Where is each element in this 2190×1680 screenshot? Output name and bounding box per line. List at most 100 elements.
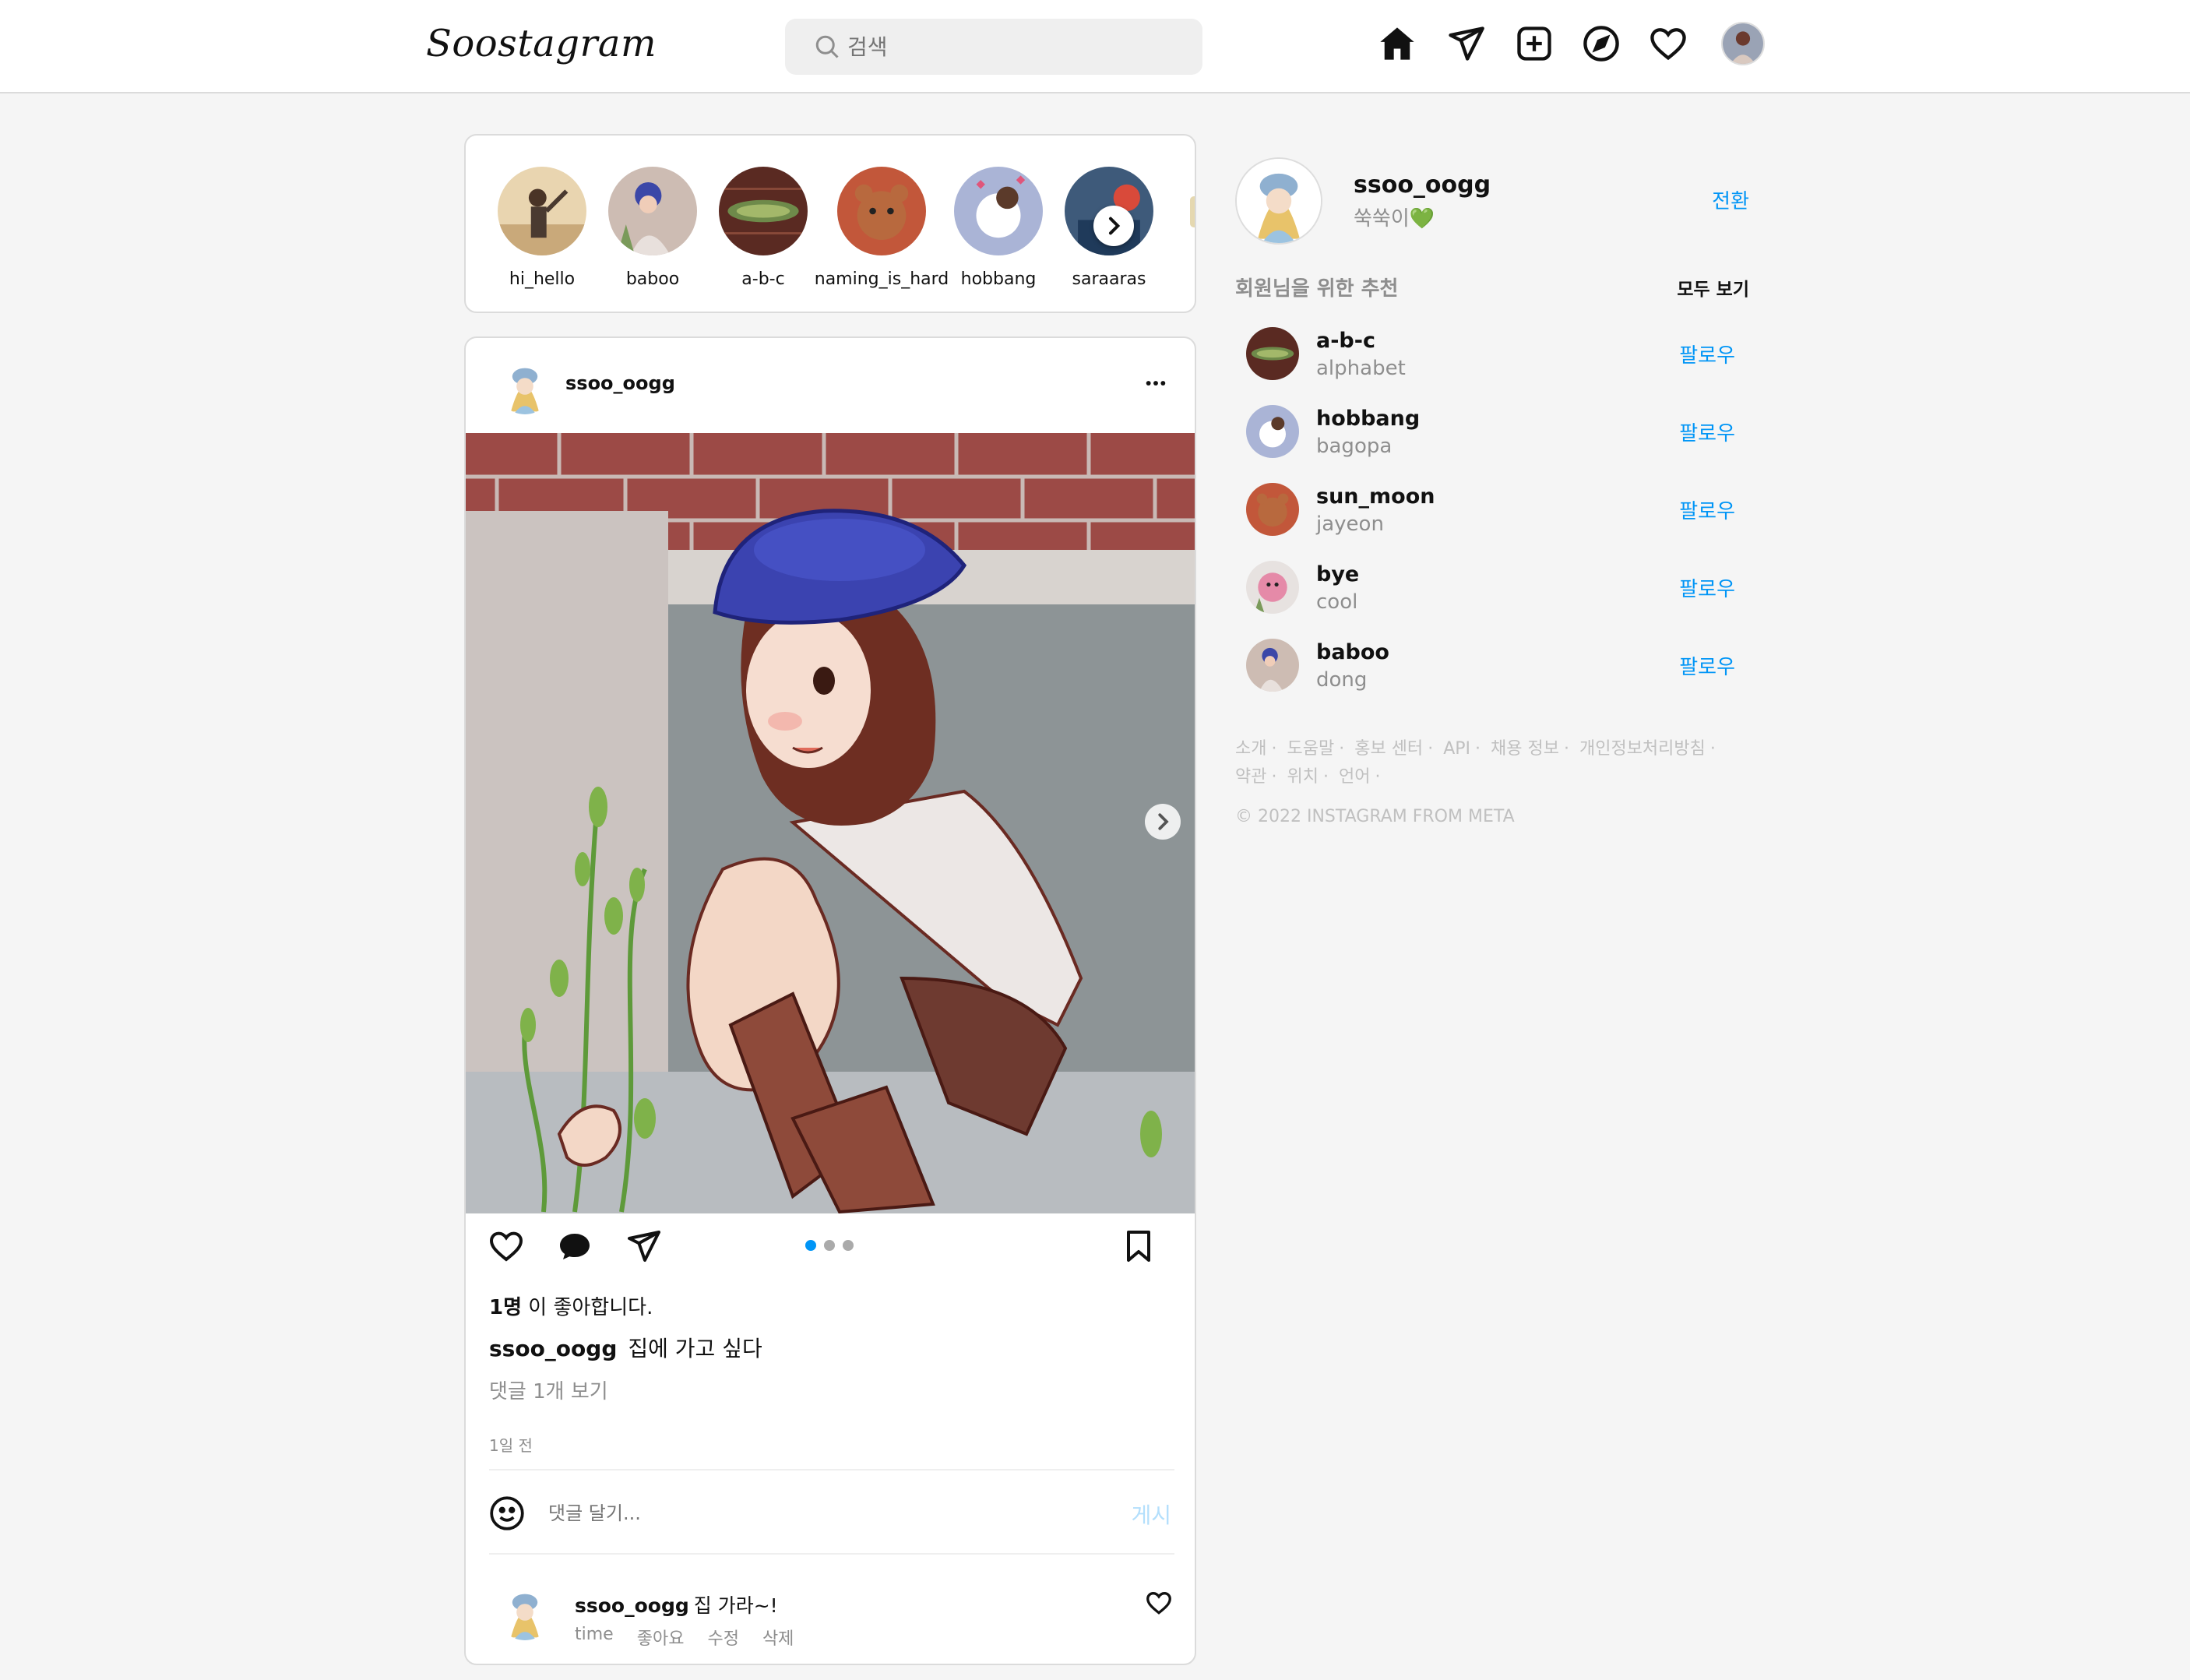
post-author-avatar[interactable] [497, 358, 553, 414]
follow-button[interactable]: 팔로우 [1679, 417, 1735, 446]
carousel-dot-active [805, 1240, 816, 1251]
likes-count[interactable]: 1명 이 좋아합니다. [489, 1291, 653, 1320]
footer-link-jobs[interactable]: 채용 정보 [1491, 739, 1559, 759]
footer-link-help[interactable]: 도움말 [1287, 739, 1334, 759]
story-avatar [954, 167, 1043, 255]
comment-text: ssoo_oogg 집 가라~! [575, 1590, 778, 1618]
story-item[interactable]: hobbang [936, 167, 1061, 289]
suggestion-username[interactable]: sun_moon [1316, 484, 1435, 509]
current-user-avatar[interactable] [1235, 157, 1322, 245]
share-button[interactable] [623, 1226, 664, 1266]
comment-edit-button[interactable]: 수정 [707, 1625, 738, 1650]
home-icon [1380, 27, 1414, 60]
comment-item: ssoo_oogg 집 가라~! time 좋아요 수정 삭제 [466, 1573, 1195, 1659]
smiley-icon[interactable] [488, 1494, 526, 1533]
save-button[interactable] [1118, 1226, 1159, 1266]
suggestion-subtitle: bagopa [1316, 435, 1393, 458]
suggestion-username[interactable]: baboo [1316, 640, 1389, 664]
feed-post: ssoo_oogg 1명 이 좋아합니다. ssoo_oogg 집에 가고 싶다… [464, 336, 1196, 1665]
story-item[interactable]: naming_is_hard [812, 167, 952, 289]
copyright: © 2022 INSTAGRAM FROM META [1235, 807, 1515, 826]
suggestion-username[interactable]: a-b-c [1316, 329, 1375, 353]
post-header: ssoo_oogg [466, 338, 1195, 433]
suggestion-subtitle: cool [1316, 590, 1358, 614]
comment-time: time [575, 1625, 614, 1644]
post-comment-button[interactable]: 게시 [1131, 1499, 1171, 1530]
post-author-username[interactable]: ssoo_oogg [565, 372, 675, 394]
activity-button[interactable] [1646, 22, 1690, 65]
comment-author-avatar[interactable] [497, 1584, 553, 1640]
post-options-button[interactable] [1140, 368, 1171, 399]
divider [489, 1553, 1174, 1555]
current-user-nickname: 쑥쑥이💚 [1354, 207, 1435, 231]
search-input[interactable] [847, 33, 1159, 60]
follow-button[interactable]: 팔로우 [1679, 573, 1735, 602]
story-username: naming_is_hard [814, 269, 949, 289]
story-avatar [837, 167, 926, 255]
likes-number: 1명 [489, 1296, 523, 1319]
follow-button[interactable]: 팔로우 [1679, 495, 1735, 524]
stories-tray: hi_hello baboo a-b-c naming_is_hard hobb… [464, 134, 1196, 313]
view-comments-link[interactable]: 댓글 1개 보기 [489, 1375, 608, 1404]
carousel-dot [824, 1240, 835, 1251]
story-username: hobbang [960, 269, 1037, 289]
footer-link-locations[interactable]: 위치 [1287, 767, 1318, 787]
profile-avatar-button[interactable] [1721, 22, 1765, 65]
home-button[interactable] [1375, 22, 1419, 65]
suggestion-subtitle: alphabet [1316, 357, 1406, 380]
footer-link-language[interactable]: 언어 [1339, 767, 1370, 787]
story-item[interactable]: baboo [590, 167, 715, 289]
current-user-username[interactable]: ssoo_oogg [1354, 171, 1491, 199]
comment-heart-icon[interactable] [1145, 1589, 1173, 1617]
see-all-button[interactable]: 모두 보기 [1677, 274, 1749, 301]
footer-link-terms[interactable]: 약관 [1235, 767, 1266, 787]
follow-button[interactable]: 팔로우 [1679, 651, 1735, 680]
bookmark-icon [1127, 1231, 1150, 1262]
suggestion-username[interactable]: bye [1316, 562, 1359, 586]
story-username: a-b-c [741, 269, 785, 289]
suggestion-avatar[interactable] [1246, 561, 1299, 614]
comment-delete-button[interactable]: 삭제 [762, 1625, 794, 1650]
explore-button[interactable] [1579, 22, 1623, 65]
caption-username[interactable]: ssoo_oogg [489, 1336, 617, 1361]
story-item[interactable]: a-b-c [701, 167, 826, 289]
suggestions-title: 회원님을 위한 추천 [1235, 277, 1399, 301]
suggestion-avatar[interactable] [1246, 405, 1299, 458]
comment-input[interactable] [548, 1495, 1016, 1531]
story-item[interactable]: hi_hello [480, 167, 604, 289]
app-logo[interactable]: Soostagram [426, 22, 657, 65]
story-username: hi_hello [509, 269, 576, 289]
search-bar[interactable] [785, 19, 1202, 75]
heart-icon [1650, 28, 1686, 61]
direct-message-button[interactable] [1444, 22, 1488, 65]
suggestion-avatar[interactable] [1246, 483, 1299, 536]
comment-like-button[interactable]: 좋아요 [637, 1625, 685, 1650]
speech-bubble-icon [560, 1234, 590, 1259]
new-post-button[interactable] [1512, 22, 1556, 65]
footer-link-api[interactable]: API [1443, 739, 1470, 759]
caption-text: 집에 가고 싶다 [628, 1336, 762, 1361]
suggestion-item: sun_moon jayeon 팔로우 [1246, 474, 1749, 536]
post-timestamp: 1일 전 [489, 1436, 533, 1455]
suggestion-username[interactable]: hobbang [1316, 407, 1420, 431]
carousel-indicator [805, 1240, 854, 1251]
switch-account-button[interactable]: 전환 [1712, 185, 1749, 214]
story-avatar [498, 167, 586, 255]
comment-button[interactable] [555, 1226, 595, 1266]
suggestion-avatar[interactable] [1246, 327, 1299, 380]
carousel-next-button[interactable] [1145, 804, 1181, 840]
footer-link-privacy[interactable]: 개인정보처리방침 [1579, 739, 1706, 759]
footer-link-about[interactable]: 소개 [1235, 739, 1266, 759]
stories-next-button[interactable] [1093, 206, 1134, 246]
comment-username[interactable]: ssoo_oogg [575, 1594, 689, 1617]
footer-link-press[interactable]: 홍보 센터 [1354, 739, 1423, 759]
plus-square-icon [1517, 26, 1551, 61]
comment-meta: time 좋아요 수정 삭제 [575, 1625, 794, 1650]
chevron-right-icon [1109, 217, 1121, 235]
story-peek [1190, 196, 1195, 227]
like-button[interactable] [486, 1226, 526, 1266]
suggestion-avatar[interactable] [1246, 639, 1299, 692]
post-image[interactable] [466, 433, 1195, 1213]
carousel-dot [843, 1240, 854, 1251]
follow-button[interactable]: 팔로우 [1679, 340, 1735, 368]
